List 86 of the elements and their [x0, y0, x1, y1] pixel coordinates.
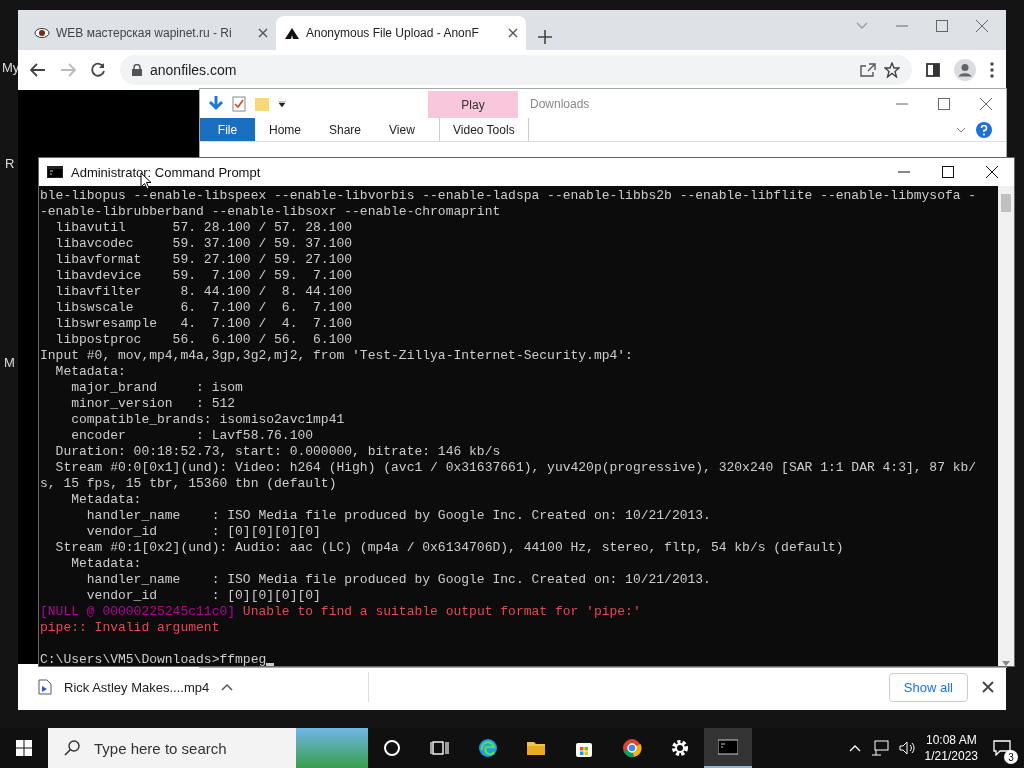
video-file-icon	[38, 679, 52, 695]
browser-tab[interactable]: WEB мастерская wapinet.ru - Ri	[26, 16, 276, 50]
output-line: minor_version : 512	[70, 396, 237, 412]
close-icon[interactable]	[508, 28, 518, 38]
star-icon[interactable]	[884, 62, 900, 78]
show-all-button[interactable]: Show all	[888, 672, 968, 702]
output-line: ble-libopus --enable-libspeex --enable-libvorbis --enable-ladspa --enable-libbs2b --enable-libflite --enable-libmysofa -	[40, 188, 978, 204]
output-line: libavutil 57. 28.100 / 57. 28.100	[54, 220, 354, 236]
output-line: libswresample 4. 7.100 / 4. 7.100	[54, 316, 354, 332]
output-line: Metadata:	[54, 364, 127, 380]
output-line: Stream #0:1[0x2](und): Audio: aac (LC) (mp4a / 0x6134706D), 44100 Hz, stereo, fltp, 54 kb/s (default)	[54, 540, 845, 556]
settings-icon	[670, 738, 690, 758]
down-arrow-icon[interactable]	[208, 94, 224, 113]
output-line: encoder : Lavf58.76.100	[70, 428, 315, 444]
desktop-icon-label[interactable]: My	[2, 60, 20, 75]
output-line: handler_name : ISO Media file produced by Google Inc. Created on: 10/21/2013.	[85, 572, 712, 588]
output-line: vendor_id : [0][0][0][0]	[85, 588, 322, 604]
output-line: major_brand : isom	[70, 380, 244, 396]
dropdown-icon[interactable]	[278, 100, 286, 107]
output-line: Stream #0:0[0x1](und): Video: h264 (High) (avc1 / 0x31637661), yuv420p(progressive), 320x240 [SAR 1:1 DAR 4:3], 87 kb/	[54, 460, 978, 476]
task-view-icon	[430, 738, 450, 758]
back-icon[interactable]	[30, 63, 46, 77]
terminal-icon	[718, 737, 738, 757]
window-title: Downloads	[529, 96, 591, 113]
lock-icon	[132, 64, 142, 76]
side-panel-icon[interactable]	[926, 63, 940, 77]
output-line: libpostproc 56. 6.100 / 56. 6.100	[54, 332, 354, 348]
desktop-icon-label[interactable]: M	[4, 355, 15, 370]
help-icon[interactable]	[976, 121, 992, 138]
ribbon-tab[interactable]: Share	[315, 118, 376, 141]
command-prompt-line: C:\Users\VM5\Downloads>ffmpeg	[40, 652, 998, 666]
chrome-icon	[622, 738, 642, 758]
windows-logo-icon[interactable]	[16, 740, 32, 756]
reload-icon[interactable]	[90, 62, 106, 78]
notification-count: 3	[1004, 750, 1018, 764]
close-icon[interactable]	[986, 166, 998, 178]
menu-icon[interactable]	[990, 62, 994, 78]
output-line: libavfilter 8. 44.100 / 8. 44.100	[54, 284, 354, 300]
error-line: [NULL @ 00000225245c11c0] Unable to find a suitable output format for 'pipe:'	[40, 604, 642, 620]
share-icon[interactable]	[860, 63, 876, 77]
window-title: Administrator: Command Prompt	[71, 164, 261, 180]
output-line: libavdevice 59. 7.100 / 59. 7.100	[54, 268, 354, 284]
plus-icon[interactable]	[538, 30, 552, 44]
error-line: pipe:: Invalid argument	[40, 620, 221, 636]
context-tab-header: Play	[428, 91, 518, 118]
terminal-icon	[47, 166, 63, 178]
network-icon[interactable]	[870, 740, 889, 756]
output-line: vendor_id : [0][0][0][0]	[85, 524, 322, 540]
search-input[interactable]: Type here to search	[92, 738, 296, 758]
output-line: -enable-librubberband --enable-libsoxr --enable-chromaprint	[40, 204, 502, 220]
clock-date[interactable]: 1/21/2023	[924, 748, 978, 764]
output-line: Metadata:	[70, 556, 143, 572]
checklist-icon[interactable]	[232, 95, 246, 112]
close-icon[interactable]	[982, 681, 994, 693]
download-filename[interactable]: Rick Astley Makes....mp4	[64, 679, 210, 695]
caret-icon[interactable]	[221, 683, 234, 691]
address-bar[interactable]: anonfiles.com	[120, 55, 912, 85]
ribbon-tab[interactable]: View	[375, 118, 429, 141]
output-line: Metadata:	[70, 492, 143, 508]
output-line: Input #0, mov,mp4,m4a,3gp,3g2,mj2, from 'Test-Zillya-Internet-Security.mp4':	[40, 348, 634, 364]
desktop-icon-label[interactable]: R	[5, 156, 15, 171]
maximize-icon[interactable]	[942, 166, 954, 178]
circle-icon	[382, 738, 402, 758]
search-icon	[64, 740, 80, 756]
ribbon-tab[interactable]: Home	[255, 118, 315, 141]
scrollbar[interactable]	[998, 186, 1014, 666]
landscape-picture	[296, 728, 368, 768]
eye-icon	[34, 25, 50, 41]
search-field[interactable]: Type here to search	[48, 728, 296, 768]
output-line: s, 15 fps, 15 tbr, 15360 tbn (default)	[40, 476, 338, 492]
profile-icon[interactable]	[954, 59, 976, 81]
output-line: Duration: 00:18:52.73, start: 0.000000, bitrate: 146 kb/s	[54, 444, 502, 460]
output-line: libavcodec 59. 37.100 / 59. 37.100	[54, 236, 354, 252]
file-menu-button[interactable]: File	[200, 118, 255, 141]
browser-tab[interactable]: Anonymous File Upload - AnonF	[276, 16, 526, 50]
browser-icon	[478, 738, 498, 758]
down-arrow-icon[interactable]	[1002, 661, 1010, 666]
output-line: compatible_brands: isomiso2avc1mp41	[70, 412, 346, 428]
clock-time[interactable]: 10:08 AM	[925, 732, 977, 748]
chevron-down-icon[interactable]	[956, 126, 966, 133]
scroll-thumb[interactable]	[1001, 194, 1011, 212]
volume-icon[interactable]	[898, 741, 915, 755]
output-line: handler_name : ISO Media file produced by Google Inc. Created on: 10/21/2013.	[85, 508, 712, 524]
taskbar-button[interactable]	[704, 728, 752, 768]
output-line: libswscale 6. 7.100 / 6. 7.100	[54, 300, 354, 316]
output-line: libavformat 59. 27.100 / 59. 27.100	[54, 252, 354, 268]
